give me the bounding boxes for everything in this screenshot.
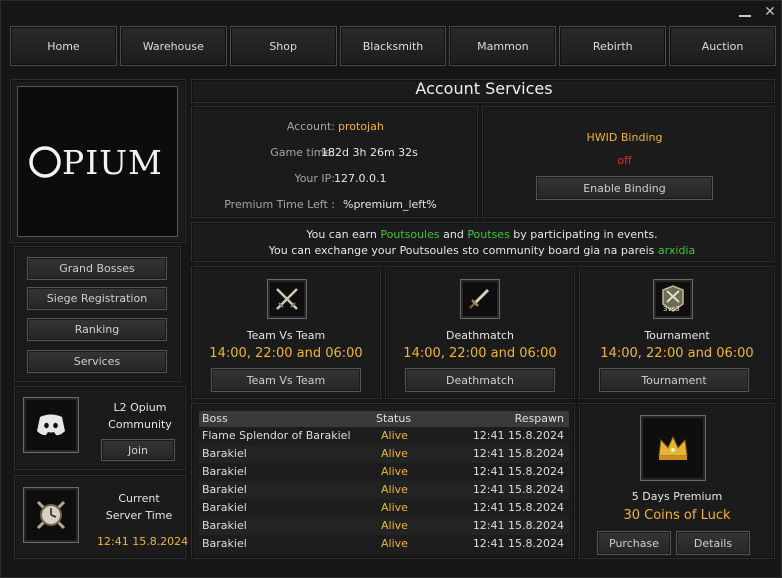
- hwid-title: HWID Binding: [586, 131, 663, 144]
- top-navigation: Home Warehouse Shop Blacksmith Mammon Re…: [10, 26, 777, 66]
- hwid-panel: HWID Binding off Enable Binding: [482, 106, 775, 218]
- premium-price: 30 Coins of Luck: [623, 508, 731, 523]
- gametime-value: 182d 3h 26m 32s: [321, 146, 418, 159]
- event-card-tvt: Team Vs Team 14:00, 22:00 and 06:00 Team…: [191, 266, 381, 399]
- minimize-icon[interactable]: [738, 5, 752, 19]
- tournament-button[interactable]: Tournament: [599, 368, 749, 392]
- account-value: protojah: [338, 120, 384, 133]
- server-time-value: 12:41 15.8.2024: [97, 535, 189, 548]
- event-name: Deathmatch: [445, 329, 515, 342]
- sidebar-item-ranking[interactable]: Ranking: [27, 318, 167, 341]
- purchase-button[interactable]: Purchase: [597, 531, 671, 555]
- event-card-tournament: 3vs3 Tournament 14:00, 22:00 and 06:00 T…: [579, 266, 775, 399]
- event-times: 14:00, 22:00 and 06:00: [209, 346, 363, 361]
- ip-value: 127.0.0.1: [334, 172, 387, 185]
- ip-label: Your IP:: [294, 172, 335, 185]
- table-row: Barakiel Alive 12:41 15.8.2024: [199, 481, 569, 499]
- nav-shop-button[interactable]: Shop: [229, 26, 337, 66]
- table-row: Barakiel Alive 12:41 15.8.2024: [199, 517, 569, 535]
- nav-warehouse-button[interactable]: Warehouse: [119, 26, 227, 66]
- app-window: ✕ Home Warehouse Shop Blacksmith Mammon …: [0, 0, 782, 578]
- server-time-panel: Current Server Time 12:41 15.8.2024: [14, 475, 189, 559]
- sword-icon: [460, 279, 500, 319]
- sidebar-item-grand-bosses[interactable]: Grand Bosses: [27, 257, 167, 280]
- crown-icon: [640, 415, 706, 481]
- boss-table-body: Flame Splendor of Barakiel Alive 12:41 1…: [199, 427, 569, 553]
- arxidia-text: arxidia: [657, 244, 696, 257]
- event-card-deathmatch: Deathmatch 14:00, 22:00 and 06:00 Deathm…: [385, 266, 575, 399]
- account-label: Account:: [286, 120, 335, 133]
- clock-icon: [23, 487, 79, 543]
- boss-table: Boss Status Respawn Flame Splendor of Ba…: [199, 411, 569, 553]
- server-time-label-2: Server Time: [105, 509, 173, 522]
- table-row: Barakiel Alive 12:41 15.8.2024: [199, 535, 569, 553]
- poutses-text: Poutses: [467, 228, 510, 241]
- details-button[interactable]: Details: [676, 531, 750, 555]
- premium-time-label: Premium Time Left :: [224, 198, 335, 211]
- sidebar-item-services[interactable]: Services: [27, 350, 167, 373]
- poutsoules-text: Poutsoules: [380, 228, 440, 241]
- discord-join-button[interactable]: Join: [101, 439, 175, 461]
- server-time-label-1: Current: [118, 492, 160, 505]
- logo-mark-icon: [29, 146, 61, 178]
- events-notice-panel: You can earn Poutsoules and Poutses by p…: [191, 222, 775, 262]
- table-row: Barakiel Alive 12:41 15.8.2024: [199, 499, 569, 517]
- table-row: Barakiel Alive 12:41 15.8.2024: [199, 463, 569, 481]
- sidebar: Grand Bosses Siege Registration Ranking …: [14, 246, 181, 382]
- nav-auction-button[interactable]: Auction: [669, 26, 777, 66]
- team-vs-team-button[interactable]: Team Vs Team: [211, 368, 361, 392]
- table-row: Flame Splendor of Barakiel Alive 12:41 1…: [199, 427, 569, 445]
- sidebar-item-siege-registration[interactable]: Siege Registration: [27, 287, 167, 310]
- nav-blacksmith-button[interactable]: Blacksmith: [339, 26, 447, 66]
- premium-panel: 5 Days Premium 30 Coins of Luck Purchase…: [579, 403, 775, 559]
- premium-time-value: %premium_left%: [343, 198, 437, 211]
- notice-line-1: You can earn Poutsoules and Poutses by p…: [306, 228, 658, 241]
- nav-mammon-button[interactable]: Mammon: [449, 26, 557, 66]
- discord-title-1: L2 Opium: [113, 401, 167, 414]
- event-name: Tournament: [644, 329, 710, 342]
- header-status: Status: [376, 412, 412, 425]
- deathmatch-button[interactable]: Deathmatch: [405, 368, 555, 392]
- page-title: Account Services: [415, 79, 553, 98]
- hwid-status: off: [617, 154, 632, 167]
- discord-title-2: Community: [108, 418, 172, 431]
- header-respawn: Respawn: [514, 412, 564, 425]
- table-row: Barakiel Alive 12:41 15.8.2024: [199, 445, 569, 463]
- tournament-3vs3-icon: 3vs3: [653, 279, 693, 319]
- crossed-swords-icon: [267, 279, 307, 319]
- header-boss: Boss: [202, 412, 228, 425]
- logo: PIUM: [17, 86, 178, 237]
- boss-table-header: Boss Status Respawn: [199, 411, 569, 427]
- discord-icon: [23, 397, 79, 453]
- nav-home-button[interactable]: Home: [10, 26, 117, 66]
- premium-title: 5 Days Premium: [631, 490, 723, 503]
- tournament-icon-text: 3vs3: [663, 305, 680, 313]
- event-times: 14:00, 22:00 and 06:00: [403, 346, 557, 361]
- event-times: 14:00, 22:00 and 06:00: [600, 346, 754, 361]
- discord-panel: L2 Opium Community Join: [14, 386, 186, 470]
- enable-binding-button[interactable]: Enable Binding: [536, 176, 713, 200]
- notice-line-2: You can exchange your Poutsoules sto com…: [268, 244, 696, 257]
- account-info-panel: Account: protojah Game time: 182d 3h 26m…: [191, 106, 478, 218]
- event-name: Team Vs Team: [246, 329, 326, 342]
- close-icon[interactable]: ✕: [763, 5, 777, 19]
- logo-text: PIUM: [62, 143, 163, 182]
- nav-rebirth-button[interactable]: Rebirth: [559, 26, 667, 66]
